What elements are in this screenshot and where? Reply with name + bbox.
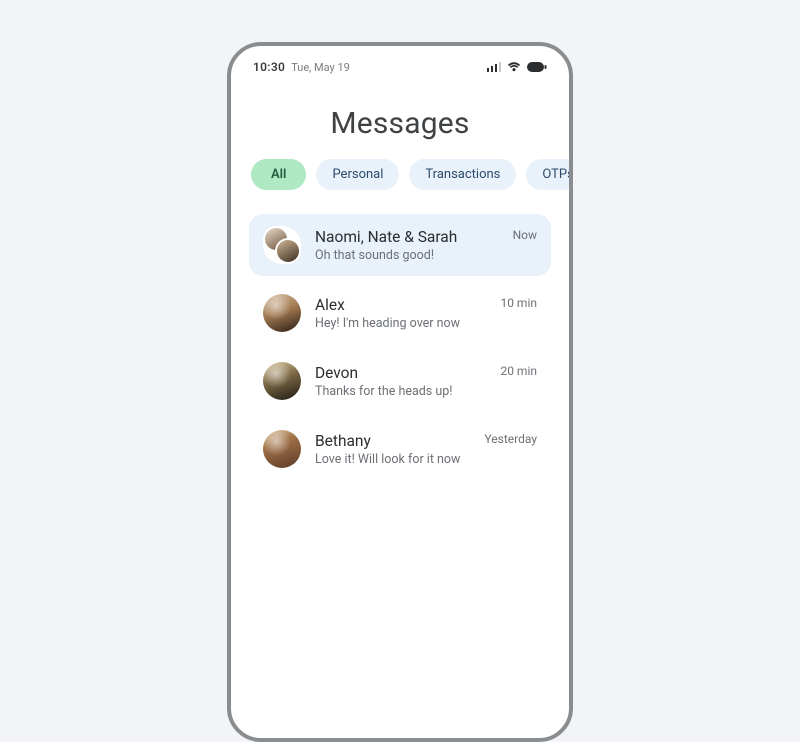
conversation-main: Bethany Love it! Will look for it now [315,432,470,467]
conversation-name: Bethany [315,432,470,450]
status-time: 10:30 [253,60,285,74]
conversation-item[interactable]: Alex Hey! I'm heading over now 10 min [249,282,551,344]
conversation-list: Naomi, Nate & Sarah Oh that sounds good!… [249,214,551,480]
conversation-preview: Hey! I'm heading over now [315,316,486,331]
filter-chip-personal[interactable]: Personal [316,159,399,190]
conversation-time: 10 min [500,296,537,310]
status-left: 10:30 Tue, May 19 [253,60,350,74]
status-right [487,62,547,72]
conversation-main: Devon Thanks for the heads up! [315,364,486,399]
avatar [263,294,301,332]
status-bar: 10:30 Tue, May 19 [249,60,551,82]
conversation-preview: Love it! Will look for it now [315,452,470,467]
battery-icon [527,62,547,72]
conversation-main: Alex Hey! I'm heading over now [315,296,486,331]
conversation-time: Now [513,228,537,242]
avatar [263,430,301,468]
avatar [263,362,301,400]
filter-chip-transactions[interactable]: Transactions [409,159,516,190]
avatar-group [263,226,301,264]
conversation-time: Yesterday [484,432,537,446]
wifi-icon [507,62,521,72]
conversation-item[interactable]: Bethany Love it! Will look for it now Ye… [249,418,551,480]
conversation-name: Devon [315,364,486,382]
conversation-item[interactable]: Devon Thanks for the heads up! 20 min [249,350,551,412]
filter-chip-all[interactable]: All [251,159,306,190]
conversation-preview: Oh that sounds good! [315,248,499,263]
status-date: Tue, May 19 [291,61,350,74]
page-title: Messages [249,106,551,141]
conversation-main: Naomi, Nate & Sarah Oh that sounds good! [315,228,499,263]
screen: 10:30 Tue, May 19 Messages All Personal … [231,46,569,480]
conversation-time: 20 min [500,364,537,378]
filter-chip-otps[interactable]: OTPs [526,159,573,190]
conversation-item[interactable]: Naomi, Nate & Sarah Oh that sounds good!… [249,214,551,276]
filter-chip-row: All Personal Transactions OTPs [249,159,551,190]
conversation-name: Alex [315,296,486,314]
cellular-icon [487,62,501,72]
avatar [277,240,299,262]
conversation-preview: Thanks for the heads up! [315,384,486,399]
conversation-name: Naomi, Nate & Sarah [315,228,499,246]
phone-frame: 10:30 Tue, May 19 Messages All Personal … [227,42,573,742]
